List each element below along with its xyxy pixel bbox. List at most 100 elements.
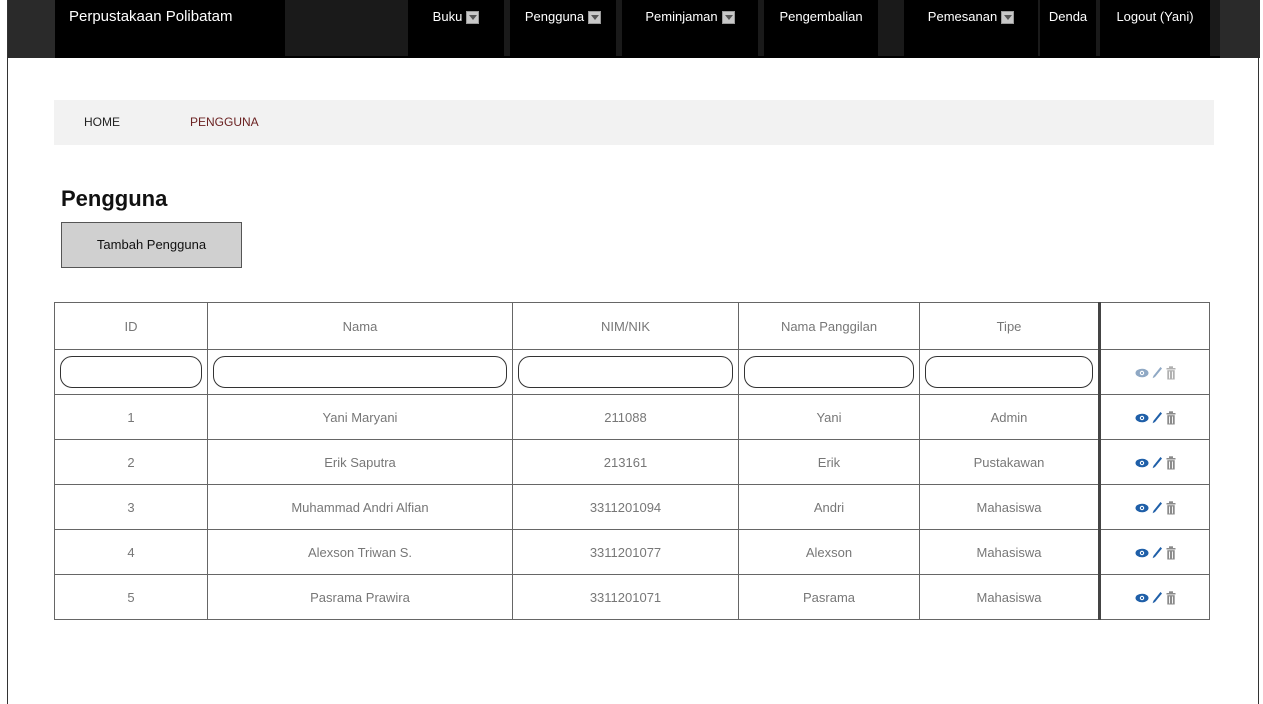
- cell-tipe: Mahasiswa: [919, 574, 1100, 620]
- filter-actions: [1098, 349, 1210, 395]
- chevron-down-icon[interactable]: [588, 11, 602, 24]
- cell-id: 1: [54, 394, 208, 440]
- row-actions: [1098, 439, 1210, 485]
- trash-icon[interactable]: [1166, 591, 1176, 605]
- chevron-down-icon[interactable]: [721, 11, 735, 24]
- pencil-icon[interactable]: [1152, 366, 1163, 379]
- table-header-row: ID Nama NIM/NIK Nama Panggilan Tipe: [54, 302, 1210, 350]
- chevron-down-icon[interactable]: [1001, 11, 1015, 24]
- eye-icon[interactable]: [1135, 458, 1149, 468]
- trash-icon[interactable]: [1166, 501, 1176, 515]
- column-header-nim: NIM/NIK: [512, 302, 739, 350]
- cell-tipe: Admin: [919, 394, 1100, 440]
- row-action-icons: [1135, 546, 1176, 560]
- filter-id-input[interactable]: [60, 356, 202, 388]
- nav-item-pengembalian[interactable]: Pengembalian: [764, 0, 878, 58]
- cell-nim: 213161: [512, 439, 739, 485]
- cell-panggilan: Alexson: [738, 529, 920, 575]
- table-row[interactable]: 4 Alexson Triwan S. 3311201077 Alexson M…: [54, 529, 1210, 575]
- cell-nama: Yani Maryani: [207, 394, 513, 440]
- breadcrumb-home[interactable]: HOME: [84, 100, 120, 145]
- row-action-icons: [1135, 411, 1176, 425]
- cell-panggilan: Pasrama: [738, 574, 920, 620]
- navbar-left-edge: [8, 0, 55, 58]
- eye-icon[interactable]: [1135, 548, 1149, 558]
- pencil-icon[interactable]: [1152, 501, 1163, 514]
- cell-nama: Alexson Triwan S.: [207, 529, 513, 575]
- filter-cell: [512, 349, 739, 395]
- cell-id: 4: [54, 529, 208, 575]
- top-navbar: Perpustakaan Polibatam Buku Pengguna Pem…: [8, 0, 1260, 58]
- cell-nama: Muhammad Andri Alfian: [207, 484, 513, 530]
- cell-id: 2: [54, 439, 208, 485]
- cell-nim: 3311201094: [512, 484, 739, 530]
- brand-title[interactable]: Perpustakaan Polibatam: [55, 0, 285, 58]
- cell-id: 3: [54, 484, 208, 530]
- cell-panggilan: Erik: [738, 439, 920, 485]
- trash-icon[interactable]: [1166, 366, 1176, 380]
- cell-nama: Erik Saputra: [207, 439, 513, 485]
- filter-cell: [54, 349, 208, 395]
- table-row[interactable]: 2 Erik Saputra 213161 Erik Pustakawan: [54, 439, 1210, 485]
- pencil-icon[interactable]: [1152, 411, 1163, 424]
- table-row[interactable]: 3 Muhammad Andri Alfian 3311201094 Andri…: [54, 484, 1210, 530]
- trash-icon[interactable]: [1166, 411, 1176, 425]
- filter-nim-input[interactable]: [518, 356, 733, 388]
- filter-cell: [919, 349, 1100, 395]
- row-actions: [1098, 484, 1210, 530]
- trash-icon[interactable]: [1166, 546, 1176, 560]
- breadcrumb: HOME PENGGUNA: [54, 100, 1214, 145]
- row-action-icons: [1135, 456, 1176, 470]
- chevron-down-icon[interactable]: [466, 11, 480, 24]
- filter-panggilan-input[interactable]: [744, 356, 914, 388]
- nav-item-peminjaman[interactable]: Peminjaman: [622, 0, 758, 58]
- filter-row: [54, 349, 1210, 395]
- table-row[interactable]: 1 Yani Maryani 211088 Yani Admin: [54, 394, 1210, 440]
- cell-panggilan: Andri: [738, 484, 920, 530]
- filter-tipe-input[interactable]: [925, 356, 1093, 388]
- filter-cell: [738, 349, 920, 395]
- pencil-icon[interactable]: [1152, 591, 1163, 604]
- column-header-id: ID: [54, 302, 208, 350]
- cell-id: 5: [54, 574, 208, 620]
- column-header-actions: [1098, 302, 1210, 350]
- pencil-icon[interactable]: [1152, 546, 1163, 559]
- pencil-icon[interactable]: [1152, 456, 1163, 469]
- row-action-icons: [1135, 501, 1176, 515]
- row-actions: [1098, 529, 1210, 575]
- row-actions: [1098, 394, 1210, 440]
- column-header-nama: Nama: [207, 302, 513, 350]
- cell-tipe: Pustakawan: [919, 439, 1100, 485]
- filter-nama-input[interactable]: [213, 356, 507, 388]
- filter-cell: [207, 349, 513, 395]
- eye-icon[interactable]: [1135, 368, 1149, 378]
- users-table: ID Nama NIM/NIK Nama Panggilan Tipe 1 Ya…: [54, 302, 1210, 620]
- table-row[interactable]: 5 Pasrama Prawira 3311201071 Pasrama Mah…: [54, 574, 1210, 620]
- row-action-icons: [1135, 366, 1176, 380]
- nav-item-denda[interactable]: Denda: [1040, 0, 1096, 58]
- cell-nim: 3311201071: [512, 574, 739, 620]
- navbar-right-edge: [1220, 0, 1260, 58]
- cell-tipe: Mahasiswa: [919, 484, 1100, 530]
- eye-icon[interactable]: [1135, 503, 1149, 513]
- eye-icon[interactable]: [1135, 593, 1149, 603]
- nav-item-pengguna[interactable]: Pengguna: [510, 0, 616, 58]
- cell-nim: 211088: [512, 394, 739, 440]
- cell-panggilan: Yani: [738, 394, 920, 440]
- cell-nim: 3311201077: [512, 529, 739, 575]
- cell-tipe: Mahasiswa: [919, 529, 1100, 575]
- nav-item-pemesanan[interactable]: Pemesanan: [904, 0, 1038, 58]
- row-actions: [1098, 574, 1210, 620]
- nav-item-buku[interactable]: Buku: [408, 0, 504, 58]
- nav-item-logout[interactable]: Logout (Yani): [1100, 0, 1210, 58]
- column-header-panggilan: Nama Panggilan: [738, 302, 920, 350]
- eye-icon[interactable]: [1135, 413, 1149, 423]
- breadcrumb-current: PENGGUNA: [190, 115, 259, 129]
- row-action-icons: [1135, 591, 1176, 605]
- column-header-tipe: Tipe: [919, 302, 1100, 350]
- add-user-button[interactable]: Tambah Pengguna: [61, 222, 242, 268]
- trash-icon[interactable]: [1166, 456, 1176, 470]
- cell-nama: Pasrama Prawira: [207, 574, 513, 620]
- page-title: Pengguna: [61, 186, 168, 211]
- app-frame: Perpustakaan Polibatam Buku Pengguna Pem…: [7, 0, 1260, 704]
